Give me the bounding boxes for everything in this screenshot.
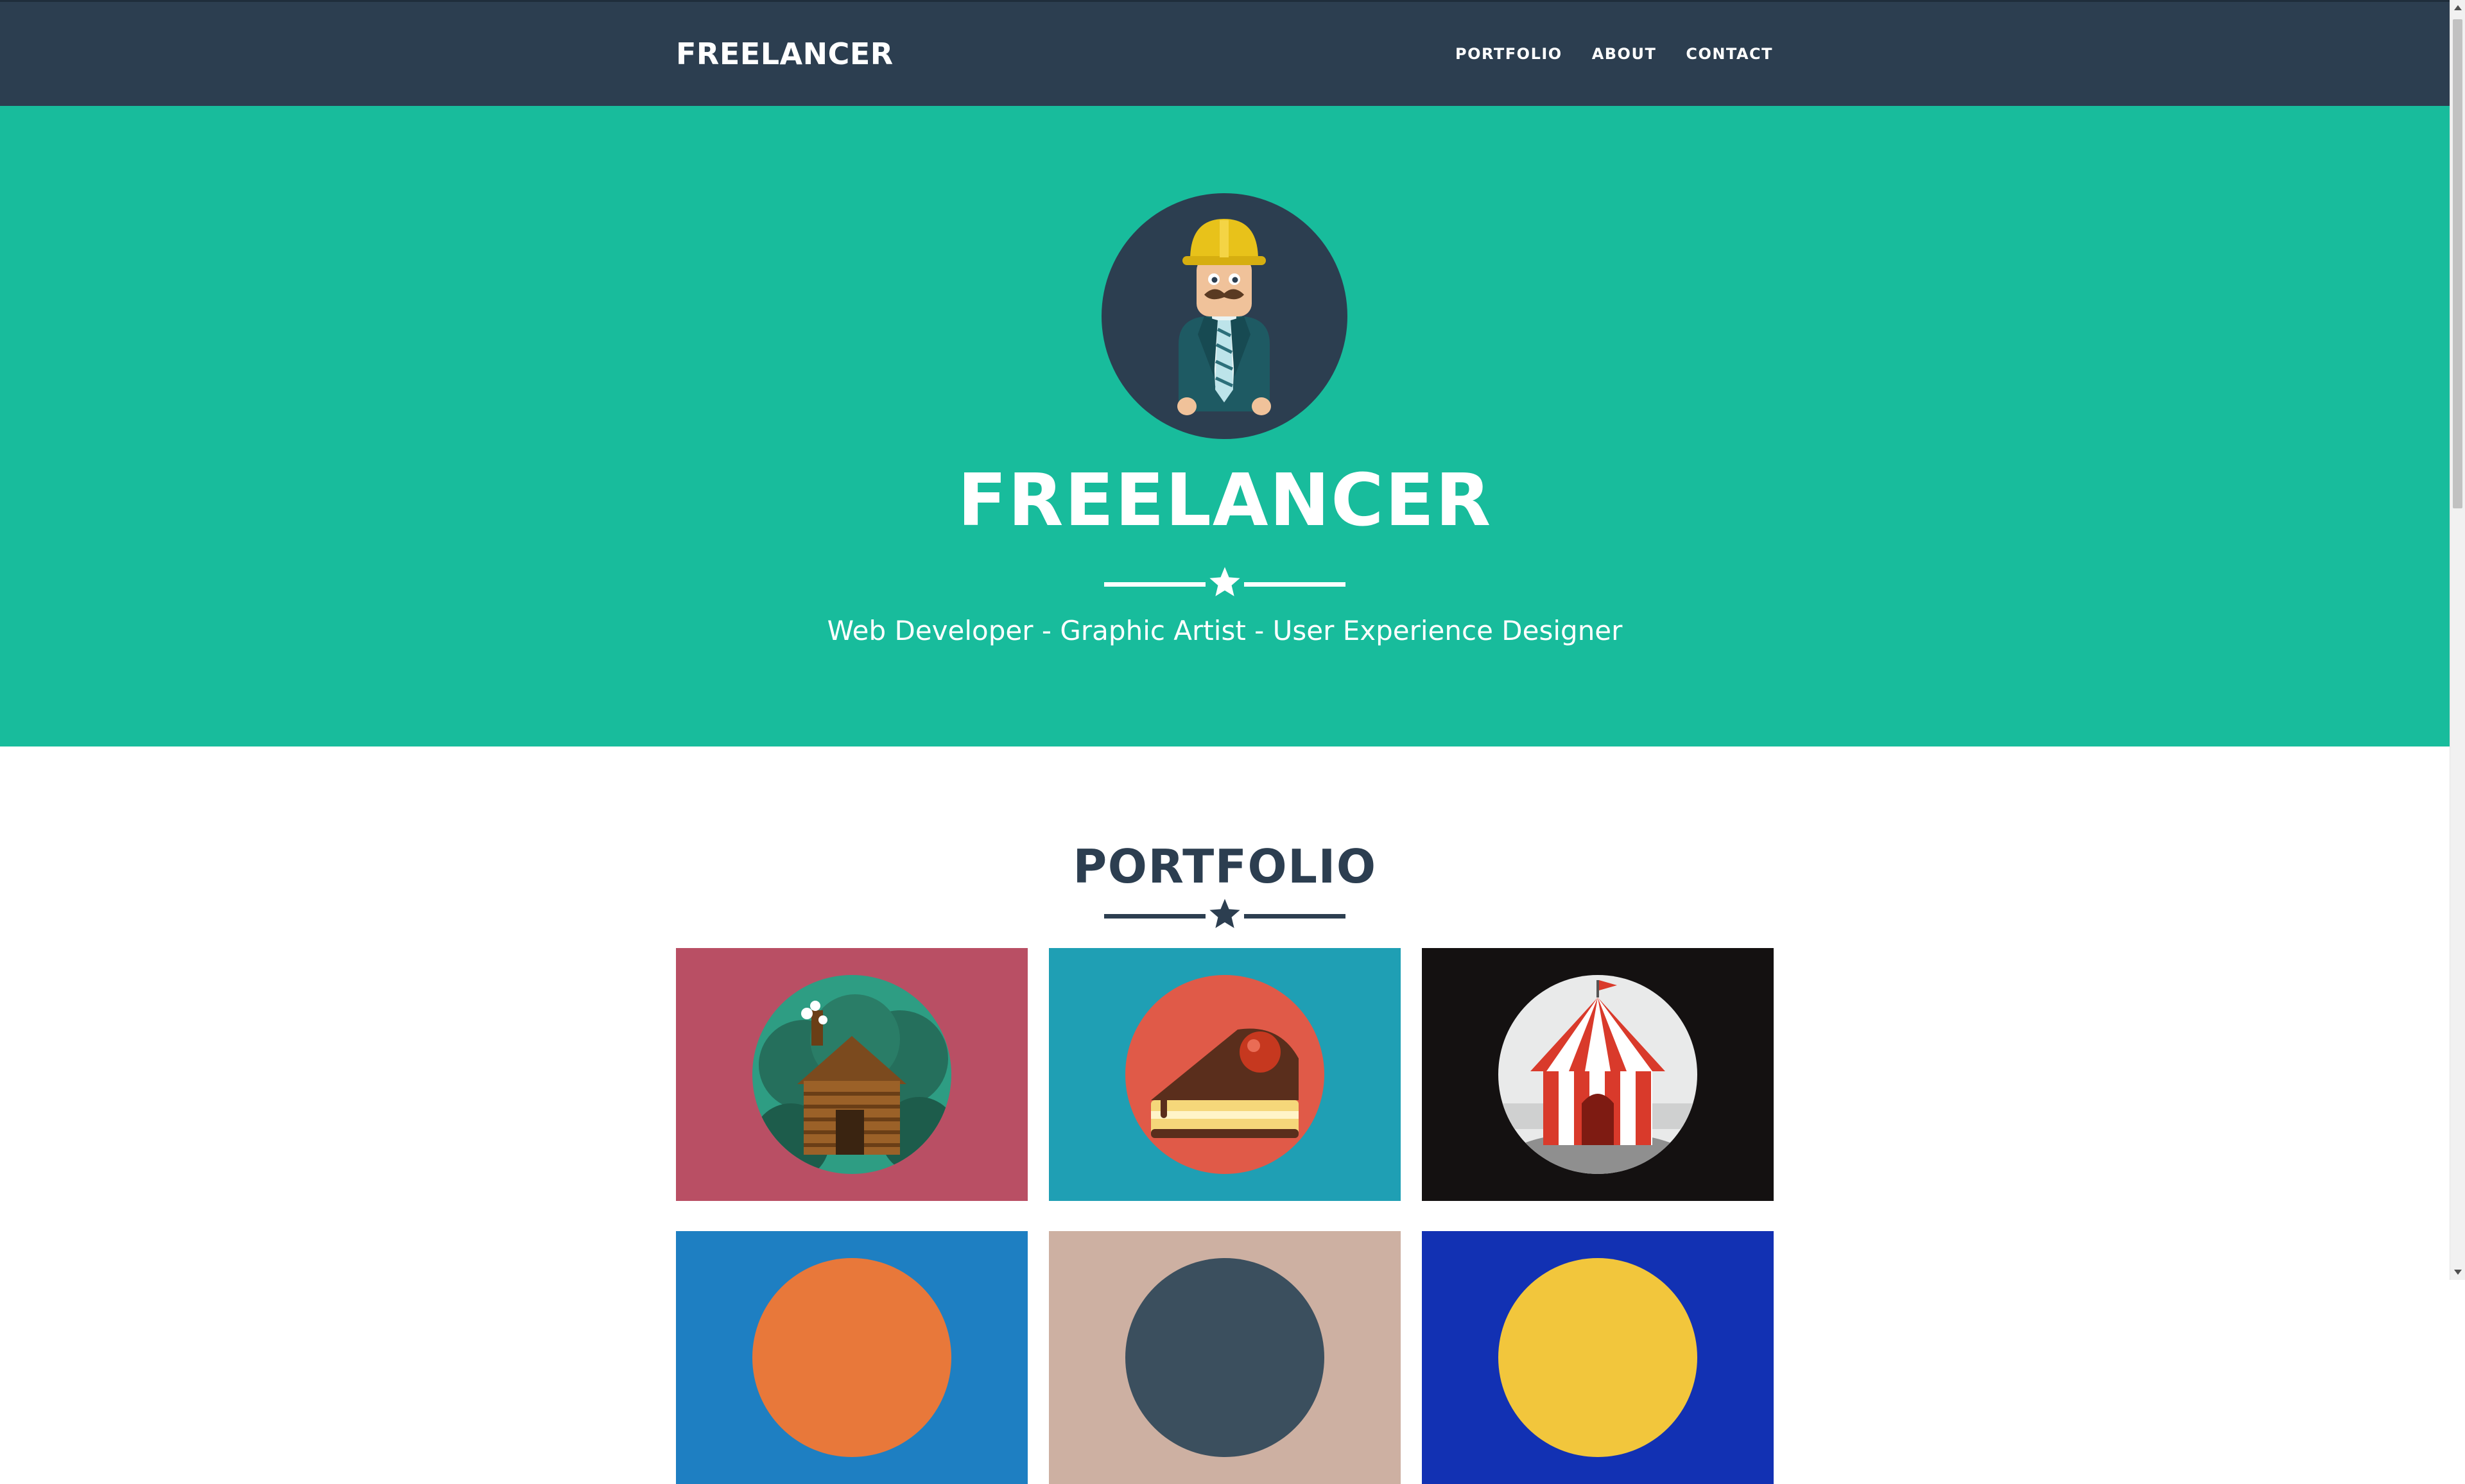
scroll-up-arrow-icon[interactable] [2454, 5, 2462, 10]
submarine-icon [1498, 1258, 1697, 1457]
hero-title: FREELANCER [957, 459, 1492, 542]
divider-line-right [1244, 582, 1345, 587]
hero-subtitle: Web Developer - Graphic Artist - User Ex… [827, 615, 1623, 646]
brand-logo-link[interactable]: FREELANCER [676, 34, 894, 74]
hero-header: FREELANCER Web Developer - Graphic Artis… [0, 106, 2450, 746]
game-controller-icon [752, 1258, 951, 1457]
star-icon [1209, 567, 1240, 596]
portfolio-item-cabin[interactable] [676, 948, 1028, 1201]
divider-line-left [1104, 582, 1206, 587]
nav-links: PORTFOLIO ABOUT CONTACT [1455, 44, 1773, 64]
scrollbar-thumb[interactable] [2453, 19, 2462, 508]
safe-icon [1125, 1258, 1324, 1457]
divider-line-right [1244, 914, 1345, 919]
hero-star-divider [1103, 565, 1347, 603]
portfolio-item-safe[interactable] [1049, 1231, 1401, 1484]
page-scrollbar[interactable] [2450, 0, 2465, 1280]
divider-line-left [1104, 914, 1206, 919]
scroll-down-arrow-icon[interactable] [2454, 1270, 2462, 1275]
portfolio-item-submarine[interactable] [1422, 1231, 1774, 1484]
portfolio-item-game[interactable] [676, 1231, 1028, 1484]
portfolio-star-divider [1103, 897, 1347, 935]
portfolio-item-cake[interactable] [1049, 948, 1401, 1201]
nav-link-portfolio[interactable]: PORTFOLIO [1455, 44, 1562, 64]
nav-link-about[interactable]: ABOUT [1592, 44, 1657, 64]
navbar: FREELANCER PORTFOLIO ABOUT CONTACT [0, 0, 2450, 106]
cake-slice-icon [1125, 975, 1324, 1174]
nav-link-contact[interactable]: CONTACT [1686, 44, 1773, 64]
circus-tent-icon [1498, 975, 1697, 1174]
star-icon [1209, 899, 1240, 928]
construction-worker-avatar-icon [1102, 193, 1347, 439]
log-cabin-icon [752, 975, 951, 1174]
portfolio-item-circus[interactable] [1422, 948, 1774, 1201]
portfolio-title: PORTFOLIO [1073, 840, 1377, 893]
